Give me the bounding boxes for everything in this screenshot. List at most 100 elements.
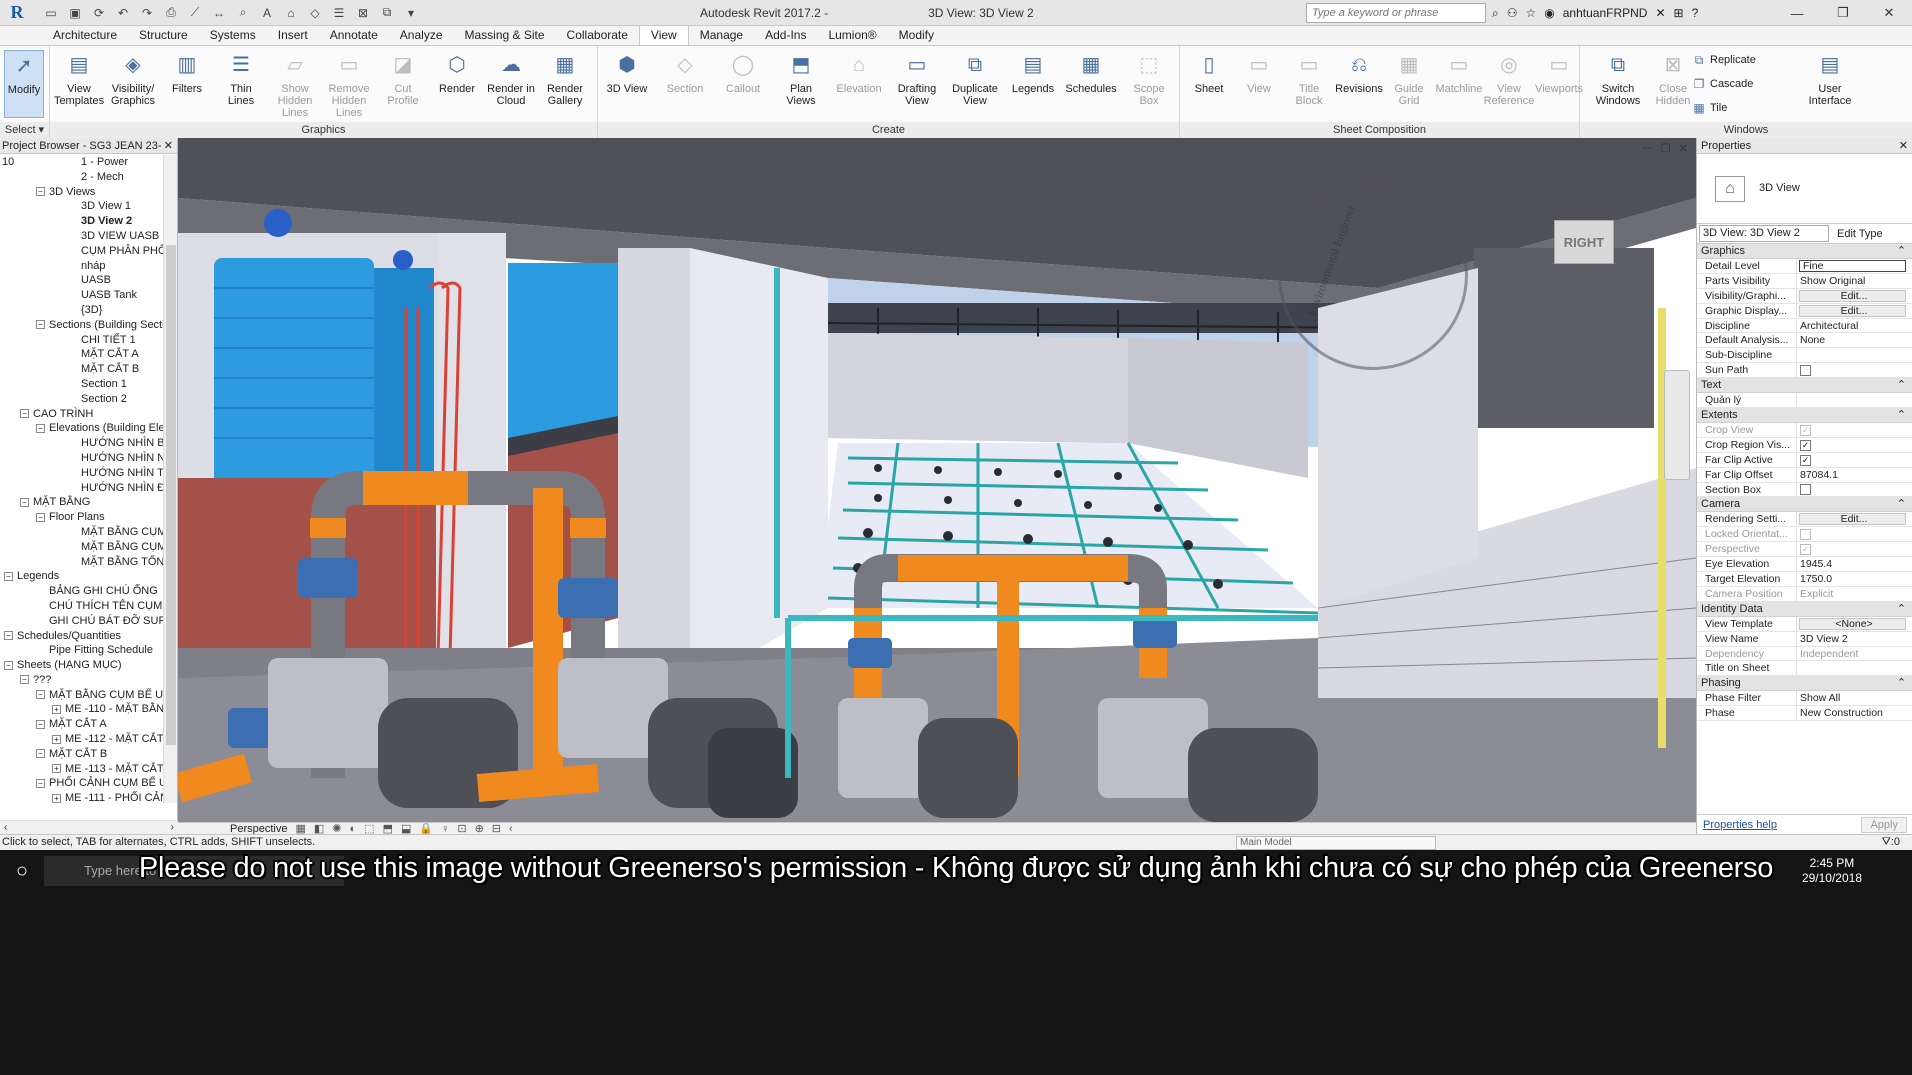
property-group-header[interactable]: Phasing ⌃ <box>1697 676 1912 692</box>
tree-item[interactable]: UASB <box>0 273 164 288</box>
property-value[interactable] <box>1797 348 1912 362</box>
user-name[interactable]: anhtuanFRPND <box>1563 6 1648 20</box>
text-icon[interactable]: A <box>256 3 278 23</box>
section-icon[interactable]: ◇ <box>304 3 326 23</box>
tree-item[interactable]: 3D VIEW UASB <box>0 229 164 244</box>
tab-analyze[interactable]: Analyze <box>389 26 454 45</box>
property-value[interactable]: Show Original <box>1797 274 1912 288</box>
navigation-bar[interactable] <box>1664 370 1690 480</box>
filter-icon[interactable]: ⛛ <box>1882 836 1891 848</box>
collapse-icon[interactable]: − <box>4 571 13 581</box>
render-in-cloud-button[interactable]: ☁ Render in Cloud <box>486 50 536 120</box>
active-workset[interactable]: Main Model <box>1236 836 1436 850</box>
close-view-icon[interactable]: ✕ <box>1679 142 1688 155</box>
collapse-group-icon[interactable]: ⌃ <box>1897 497 1906 511</box>
tree-item[interactable]: HƯỚNG NHÌN ĐÔNG <box>0 481 164 496</box>
minimize-view-icon[interactable]: — <box>1642 142 1653 155</box>
switch-windows-button[interactable]: ⧉ Switch Windows <box>1590 50 1646 120</box>
property-value[interactable] <box>1797 483 1912 497</box>
collapse-group-icon[interactable]: ⌃ <box>1897 676 1906 690</box>
tree-item[interactable]: MẶT CẮT A <box>0 347 164 362</box>
collapse-icon[interactable]: − <box>20 409 29 419</box>
view-button[interactable]: ▭ View <box>1234 50 1284 120</box>
tree-item[interactable]: HƯỚNG NHÌN TÂY <box>0 466 164 481</box>
tree-item[interactable]: Pipe Fitting Schedule <box>0 643 164 658</box>
show-hidden-lines-button[interactable]: ▱ Show Hidden Lines <box>270 50 320 120</box>
close-hidden-button[interactable]: ⊠ Close Hidden <box>1648 50 1698 120</box>
property-edit-button[interactable]: Edit... <box>1799 513 1906 526</box>
tile-button[interactable]: ▦ Tile <box>1692 98 1727 118</box>
tree-folder[interactable]: −PHỐI CẢNH CỤM BỂ UAS <box>0 776 164 791</box>
property-group-header[interactable]: Text ⌃ <box>1697 378 1912 394</box>
collapse-group-icon[interactable]: ⌃ <box>1897 378 1906 392</box>
cart-icon[interactable]: ⊞ <box>1674 6 1684 20</box>
checkbox-checked[interactable]: ✓ <box>1800 454 1811 466</box>
open-icon[interactable]: ▭ <box>40 3 62 23</box>
project-browser-hscrollbar[interactable]: ‹ › <box>0 820 178 834</box>
collapse-group-icon[interactable]: ⌃ <box>1897 244 1906 258</box>
tree-folder[interactable]: + ME -110 - MẶT BẰNG <box>0 702 164 717</box>
property-value[interactable]: New Construction <box>1797 706 1912 720</box>
guide-grid-button[interactable]: ▦ Guide Grid <box>1384 50 1434 120</box>
tab-structure[interactable]: Structure <box>128 26 199 45</box>
collapse-icon[interactable]: − <box>36 320 45 330</box>
expand-icon[interactable]: + <box>52 764 61 774</box>
tag-icon[interactable]: ⌕ <box>232 3 254 23</box>
modify-button[interactable]: ➚ Modify <box>4 50 44 118</box>
expand-icon[interactable]: + <box>52 705 61 715</box>
tab-add-ins[interactable]: Add-Ins <box>754 26 817 45</box>
tree-folder[interactable]: −??? <box>0 673 164 688</box>
visibility-graphics-button[interactable]: ◈ Visibility/ Graphics <box>108 50 158 120</box>
collapse-icon[interactable]: − <box>20 497 29 507</box>
property-value[interactable]: 3D View 2 <box>1797 632 1912 646</box>
close-icon[interactable]: ✕ <box>1866 0 1912 26</box>
restore-view-icon[interactable]: ❐ <box>1661 142 1671 155</box>
tree-item[interactable]: 3D View 2 <box>0 214 164 229</box>
tree-item[interactable]: HƯỚNG NHÌN BẮC <box>0 436 164 451</box>
tree-item[interactable]: nháp <box>0 259 164 274</box>
tab-view[interactable]: View <box>638 25 689 45</box>
property-value[interactable]: None <box>1797 333 1912 347</box>
sync-icon[interactable]: ⟳ <box>88 3 110 23</box>
tree-item[interactable]: MẶT BẰNG TỔNG QU <box>0 555 164 570</box>
tab-massing-site[interactable]: Massing & Site <box>454 26 556 45</box>
property-value[interactable] <box>1797 363 1912 377</box>
measure-icon[interactable]: ⟋ <box>184 3 206 23</box>
switch-windows-icon[interactable]: ⧉ <box>376 3 398 23</box>
tree-item[interactable]: 1 - Power <box>0 155 164 170</box>
property-value[interactable]: Fine <box>1799 260 1906 272</box>
property-group-header[interactable]: Extents ⌃ <box>1697 408 1912 424</box>
tab-architecture[interactable]: Architecture <box>42 26 128 45</box>
tab-insert[interactable]: Insert <box>267 26 319 45</box>
tree-folder[interactable]: − Elevations (Building Eleva <box>0 421 164 436</box>
properties-help-link[interactable]: Properties help <box>1703 819 1777 831</box>
render-button[interactable]: ⬡ Render <box>432 50 482 120</box>
restore-icon[interactable]: ❐ <box>1820 0 1866 26</box>
binoculars-icon[interactable]: ⌕ <box>1492 6 1499 21</box>
minimize-icon[interactable]: — <box>1774 0 1820 26</box>
expand-icon[interactable]: + <box>52 734 61 744</box>
collapse-icon[interactable]: − <box>36 749 45 759</box>
filters-button[interactable]: ▥ Filters <box>162 50 212 120</box>
remove-hidden-lines-button[interactable]: ▭ Remove Hidden Lines <box>324 50 374 120</box>
view-templates-button[interactable]: ▤ View Templates <box>54 50 104 120</box>
close-icon[interactable]: ✕ <box>1899 138 1908 153</box>
property-group-header[interactable]: Identity Data ⌃ <box>1697 601 1912 617</box>
collapse-icon[interactable]: − <box>36 779 45 789</box>
revit-logo-icon[interactable]: R <box>0 0 34 26</box>
tree-item[interactable]: CHI TIẾT 1 <box>0 333 164 348</box>
tree-item[interactable]: Section 1 <box>0 377 164 392</box>
favorites-icon[interactable]: ☆ <box>1526 6 1537 20</box>
scope-box-button[interactable]: ⬚ Scope Box <box>1124 50 1174 120</box>
checkbox-unchecked[interactable] <box>1800 484 1811 496</box>
default-3d-icon[interactable]: ⌂ <box>280 3 302 23</box>
collapse-icon[interactable]: − <box>36 423 45 433</box>
cascade-button[interactable]: ❐ Cascade <box>1692 74 1754 94</box>
collapse-group-icon[interactable]: ⌃ <box>1897 408 1906 422</box>
collapse-icon[interactable]: − <box>36 690 45 700</box>
tree-item[interactable]: MẶT BẰNG CỤM BỂ T <box>0 525 164 540</box>
tree-folder[interactable]: + ME -112 - MẶT CẮT / <box>0 732 164 747</box>
checkbox-checked[interactable]: ✓ <box>1800 439 1811 451</box>
project-browser-scrollbar[interactable] <box>163 155 177 803</box>
property-value[interactable] <box>1797 393 1912 407</box>
